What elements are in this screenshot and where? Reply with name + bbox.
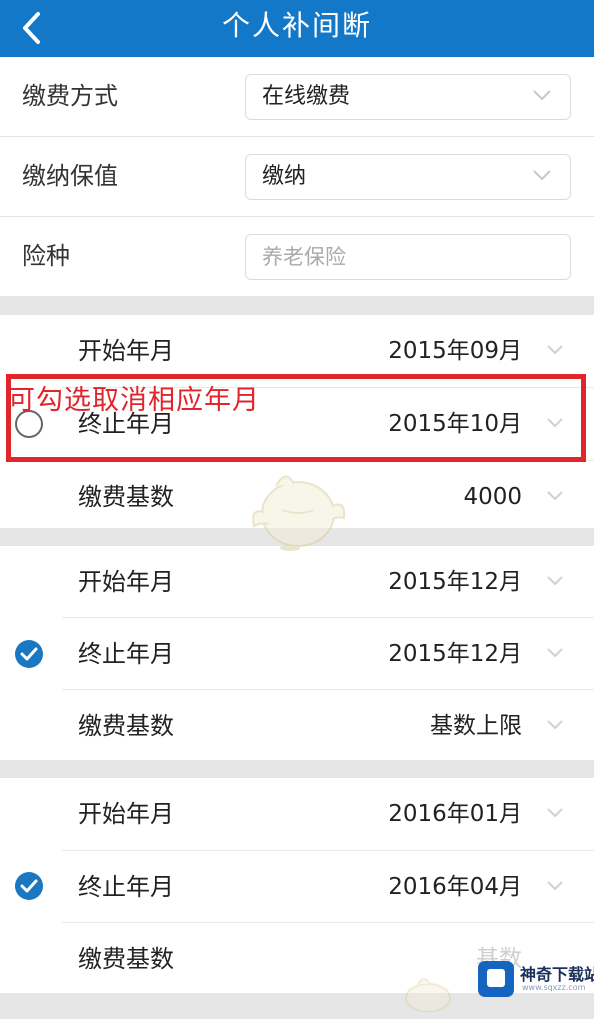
chevron-down-icon	[547, 881, 563, 891]
annotation-text: 可勾选取消相应年月	[8, 385, 260, 416]
chevron-down-icon	[547, 491, 563, 501]
page-title: 个人补间断	[221, 9, 372, 42]
mascot-watermark-icon	[252, 475, 346, 551]
insurance-type-label: 险种	[22, 242, 70, 270]
mascot-watermark-icon	[405, 978, 451, 1012]
start-month-row[interactable]: 开始年月 2016年01月	[0, 778, 594, 850]
base-amount-label: 缴费基数	[78, 945, 174, 973]
insurance-type-row: 险种 养老保险	[0, 217, 594, 296]
checked-circle-icon[interactable]	[14, 639, 44, 669]
start-month-value: 2016年01月	[388, 801, 522, 827]
start-month-value: 2015年12月	[388, 569, 522, 595]
chevron-down-icon	[547, 808, 563, 818]
base-amount-value: 基数上限	[430, 713, 522, 739]
start-month-label: 开始年月	[78, 568, 174, 596]
end-month-label: 终止年月	[78, 873, 174, 901]
payment-method-row: 缴费方式 在线缴费	[0, 57, 594, 136]
base-amount-value: 4000	[463, 484, 522, 510]
payment-keep-select[interactable]: 缴纳	[245, 154, 571, 200]
end-month-label: 终止年月	[78, 640, 174, 668]
site-url: www.sqxzz.com	[522, 983, 586, 992]
base-amount-label: 缴费基数	[78, 483, 174, 511]
payment-keep-label: 缴纳保值	[22, 162, 118, 190]
site-logo-icon	[478, 961, 514, 997]
end-month-row[interactable]: 终止年月 2015年12月	[0, 618, 594, 690]
end-month-row[interactable]: 终止年月 2016年04月	[0, 851, 594, 923]
end-month-value: 2015年12月	[388, 641, 522, 667]
site-name: 神奇下载站	[520, 965, 594, 984]
start-month-label: 开始年月	[78, 800, 174, 828]
chevron-down-icon	[533, 170, 551, 181]
end-month-value: 2016年04月	[388, 874, 522, 900]
period-group-2: 开始年月 2015年12月 终止年月 2015年12月 缴费基数 基数上限	[0, 546, 594, 760]
chevron-down-icon	[533, 90, 551, 101]
payment-method-label: 缴费方式	[22, 82, 118, 110]
chevron-down-icon	[547, 345, 563, 355]
start-month-row[interactable]: 开始年月 2015年12月	[0, 546, 594, 618]
payment-method-select[interactable]: 在线缴费	[245, 74, 571, 120]
payment-keep-value: 缴纳	[262, 164, 307, 189]
chevron-down-icon	[547, 720, 563, 730]
checked-circle-icon[interactable]	[14, 871, 44, 901]
chevron-down-icon	[547, 648, 563, 658]
chevron-down-icon	[547, 576, 563, 586]
insurance-type-field[interactable]: 养老保险	[245, 234, 571, 280]
payment-keep-row: 缴纳保值 缴纳	[0, 137, 594, 216]
site-watermark-badge: 神奇下载站 www.sqxzz.com	[474, 957, 594, 1003]
base-amount-row[interactable]: 缴费基数 基数上限	[0, 690, 594, 762]
payment-method-value: 在线缴费	[262, 84, 351, 109]
insurance-type-placeholder: 养老保险	[262, 245, 346, 269]
base-amount-label: 缴费基数	[78, 712, 174, 740]
top-navigation-bar: 个人补间断	[0, 0, 594, 57]
